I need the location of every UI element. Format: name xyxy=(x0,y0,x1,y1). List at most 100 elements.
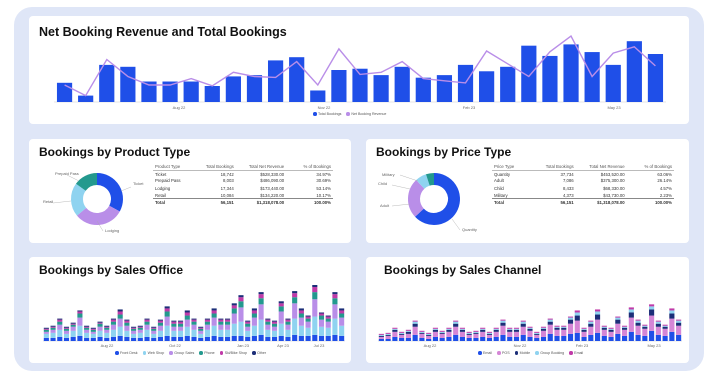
product-cell: $1,318,078.00 xyxy=(235,198,287,207)
revenue-legend-item[interactable]: Total Bookings xyxy=(313,112,341,116)
channel-bar-segment xyxy=(581,327,587,329)
office-bar-segment xyxy=(171,326,177,331)
channel-bar-segment xyxy=(554,327,560,330)
revenue-bar xyxy=(99,64,115,102)
channel-bar-segment xyxy=(642,328,648,336)
channel-legend-item[interactable]: Email xyxy=(478,351,492,355)
channel-legend-item[interactable]: POS xyxy=(497,351,510,355)
office-bar-segment xyxy=(231,335,237,341)
price-column-header[interactable]: % of Bookings xyxy=(626,163,674,171)
office-x-tick: Jan 23 xyxy=(237,343,250,348)
channel-bar-segment xyxy=(608,329,614,332)
revenue-bar xyxy=(183,81,199,102)
office-bar-segment xyxy=(258,294,264,299)
office-bar-segment xyxy=(305,327,311,336)
channel-legend-label: Email xyxy=(483,351,492,355)
product-card: Bookings by Product Type Prepaid Pass Tic… xyxy=(29,139,351,243)
channel-bar-segment xyxy=(399,334,405,338)
office-legend-item[interactable]: Front Desk xyxy=(115,351,138,355)
office-bar-segment xyxy=(265,329,271,337)
channel-legend-item[interactable]: Email xyxy=(569,351,583,355)
office-bar-segment xyxy=(231,303,237,306)
channel-x-tick: May 23 xyxy=(647,343,661,348)
channel-bar-segment xyxy=(486,333,493,335)
office-bar-segment xyxy=(278,301,284,304)
office-bar-segment xyxy=(117,311,123,315)
product-column-header[interactable]: Total Bookings xyxy=(196,163,236,171)
office-bar-segment xyxy=(178,336,184,341)
channel-bar-segment xyxy=(378,335,384,337)
channel-bar-segment xyxy=(649,306,655,310)
office-bar-segment xyxy=(318,315,325,320)
channel-legend-item[interactable]: Mobile xyxy=(514,351,530,355)
channel-bar-segment xyxy=(561,325,567,327)
revenue-bar xyxy=(436,75,453,102)
office-bar-segment xyxy=(245,326,251,331)
office-bar-segment xyxy=(225,318,231,320)
office-bar-segment xyxy=(43,329,49,332)
channel-bar-segment xyxy=(534,331,540,333)
office-bar-segment xyxy=(164,311,170,317)
revenue-bar xyxy=(415,77,431,102)
channel-bar-segment xyxy=(405,329,411,331)
office-legend-item[interactable]: Web Shop xyxy=(142,351,164,355)
channel-bar-segment xyxy=(500,325,506,335)
office-bar-segment xyxy=(43,331,49,334)
office-bar-segment xyxy=(117,335,123,341)
channel-bar-segment xyxy=(385,333,391,335)
channel-bar-segment xyxy=(392,331,398,337)
product-column-header[interactable]: % of Bookings xyxy=(286,163,333,171)
price-leader xyxy=(391,184,411,190)
price-column-header[interactable]: Price Type xyxy=(492,163,536,171)
office-bar-segment xyxy=(90,329,96,332)
office-legend-item[interactable]: Other xyxy=(252,351,266,355)
office-bar-segment xyxy=(131,333,137,338)
office-bar-segment xyxy=(325,335,331,341)
office-bar-segment xyxy=(171,321,177,324)
office-legend-item[interactable]: Ski/Bike Shop xyxy=(219,351,247,355)
channel-bar-segment xyxy=(466,333,472,335)
channel-bar-segment xyxy=(635,325,641,335)
office-bar-segment xyxy=(178,323,184,327)
office-bar-segment xyxy=(137,329,143,333)
revenue-bar xyxy=(246,75,263,102)
office-bar-segment xyxy=(198,328,204,331)
channel-bar-segment xyxy=(615,319,621,324)
product-column-header[interactable]: Product Type xyxy=(153,163,197,171)
office-bar-segment xyxy=(50,325,56,327)
channel-bar-segment xyxy=(439,331,445,333)
revenue-x-tick: Aug 22 xyxy=(173,105,186,110)
channel-bar-segment xyxy=(601,335,607,341)
revenue-legend-item[interactable]: Net Booking Revenue xyxy=(346,112,386,116)
office-bar-segment xyxy=(265,319,271,322)
office-bar-segment xyxy=(131,328,137,331)
office-bar-segment xyxy=(63,333,70,338)
price-cell: 2.23% xyxy=(659,192,672,198)
office-bar-segment xyxy=(325,321,331,328)
product-cell: Total xyxy=(153,198,197,207)
product-row: Ticket 18,742 $528,330.00 34.97% xyxy=(153,170,333,177)
office-legend-item[interactable]: Group Sales xyxy=(169,351,194,355)
revenue-bar xyxy=(626,41,642,102)
office-bar-segment xyxy=(97,326,103,331)
office-bar-segment xyxy=(204,321,210,325)
price-column-header[interactable]: Total Net Revenue xyxy=(575,163,627,171)
office-bar-segment xyxy=(332,304,338,319)
revenue-bar xyxy=(310,90,326,102)
product-slice-label: Lodging xyxy=(105,228,119,233)
price-leader xyxy=(451,218,461,231)
channel-bar-segment xyxy=(513,331,520,337)
channel-card: Bookings by Sales Channel Aug 22 Nov 22 Fe… xyxy=(366,257,689,363)
price-column-header[interactable]: Total Bookings xyxy=(535,163,576,171)
office-bar-segment xyxy=(90,328,96,330)
office-bar-segment xyxy=(90,331,96,334)
product-column-header[interactable]: Total Net Revenue xyxy=(235,163,287,171)
office-bar-segment xyxy=(43,333,49,338)
office-bar-segment xyxy=(191,318,197,320)
revenue-bar xyxy=(331,70,347,102)
office-legend-item[interactable]: Phone xyxy=(199,351,215,355)
channel-bar-segment xyxy=(459,331,466,337)
office-bar-segment xyxy=(191,324,197,330)
channel-legend-item[interactable]: Group Booking xyxy=(535,351,564,355)
channel-bar-segment xyxy=(466,334,472,338)
